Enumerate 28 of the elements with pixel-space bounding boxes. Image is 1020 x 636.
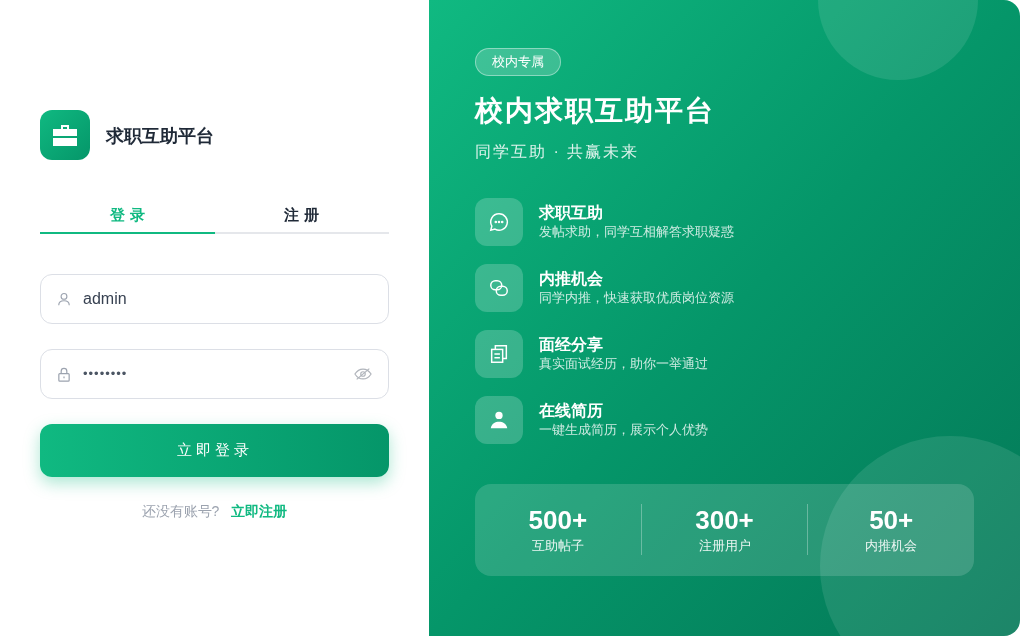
username-field[interactable]: admin [40,274,389,324]
stat-value: 50+ [869,503,914,536]
feature-description: 同学内推，快速获取优质岗位资源 [539,288,734,307]
hero-subtitle: 同学互助 · 共赢未来 [475,141,641,162]
eye-off-icon[interactable] [354,367,372,381]
feature-title: 在线简历 [539,400,604,421]
stat-label: 互助帖子 [531,536,584,555]
stat-value: 300+ [695,503,754,536]
hero-title: 校内求职互助平台 [475,92,716,129]
brand-title: 求职互助平台 [106,123,214,148]
feature-description: 真实面试经历，助你一举通过 [539,354,708,373]
briefcase-logo [40,110,90,160]
feature-description: 发帖求助，同学互相解答求职疑惑 [539,222,734,241]
badge: 校内专属 [475,48,561,76]
stat-label: 注册用户 [698,536,751,555]
feature-description: 一键生成简历，展示个人优势 [539,420,708,439]
tab[interactable]: 注 册 [214,198,389,234]
stat-value: 500+ [528,503,588,536]
documents-icon [488,342,510,365]
feature-title: 面经分享 [539,334,604,355]
feature-title: 内推机会 [539,268,604,289]
stat-label: 内推机会 [865,536,918,555]
register-prompt: 还没有账号? [141,502,220,521]
feature-title: 求职互助 [539,202,604,223]
user-icon [57,292,71,306]
password-field[interactable]: •••••••• [40,349,389,399]
chat-bubble-icon [488,210,510,233]
lock-icon [57,366,71,382]
